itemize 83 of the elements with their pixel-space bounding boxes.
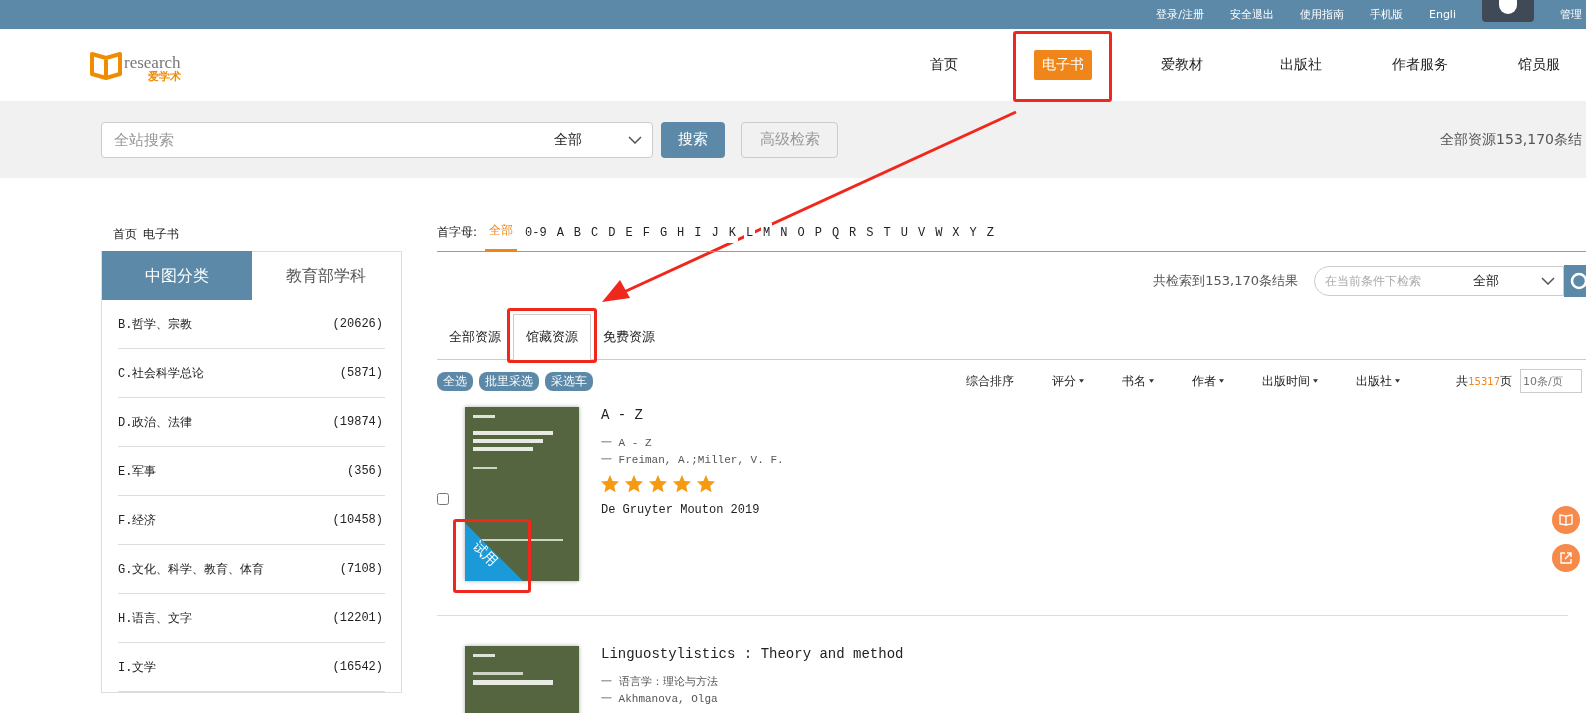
caret-icon [1079,379,1085,383]
action-button[interactable]: 批里采选 [479,371,539,391]
sort-link[interactable]: 出版时间 [1262,372,1319,390]
book-authors: 一 Akhmanova, Olga [601,692,719,706]
category-count: (16542) [332,660,383,674]
star-icon [697,475,715,493]
scope-select[interactable]: 全部 [554,130,582,149]
book-title[interactable]: A - Z [601,407,784,423]
category-count: (7108) [339,562,383,576]
category-tab[interactable]: 教育部学科 [251,251,401,300]
star-icon [649,475,667,493]
category-count: (12201) [332,611,383,625]
star-icon [673,475,691,493]
resource-tab[interactable]: 馆藏资源 [513,314,591,360]
category-link[interactable]: I.文学 [118,658,157,676]
category-tab[interactable]: 中图分类 [102,251,252,300]
letter-filter-label: 首字母: [437,224,478,241]
star-icon [601,475,619,493]
top-link[interactable]: 管理 [1560,7,1582,22]
corner-ribbon [465,523,523,581]
category-count: (10458) [332,513,383,527]
scope-select[interactable]: 全部 [1473,272,1499,290]
search-button[interactable] [1564,265,1586,297]
category-link[interactable]: E.军事 [118,462,157,480]
sort-link[interactable]: 综合排序 [966,372,1015,390]
nav-item[interactable]: 爱教材 [1152,50,1211,80]
book-icon [1559,513,1573,527]
book-title[interactable]: Linguostylistics : Theory and method [601,646,904,662]
category-link[interactable]: C.社会科学总论 [118,364,205,382]
nav-item[interactable]: 首页 [921,50,966,80]
action-button[interactable]: 采选车 [545,371,593,391]
external-link-icon [1559,551,1573,565]
book-subtitle: 一 语言学：理论与方法 [601,675,719,689]
resource-tab[interactable]: 全部资源 [437,315,513,359]
checkbox[interactable] [437,493,449,505]
read-button[interactable] [1552,506,1580,534]
chevron-down-icon [628,135,642,144]
caret-icon [1313,379,1319,383]
top-link[interactable]: 安全退出 [1229,7,1274,22]
top-link[interactable]: Engli [1428,8,1456,21]
nav-item[interactable]: 馆员服 [1509,50,1568,80]
chevron-down-icon [1541,277,1555,285]
search-icon [1570,272,1586,290]
trial-label: 试用 [469,537,502,571]
category-link[interactable]: F.经济 [118,511,157,529]
top-link[interactable]: 登录/注册 [1156,7,1204,22]
category-count: (356) [347,464,383,478]
top-link[interactable]: 手机版 [1369,7,1403,22]
action-button[interactable]: 全选 [437,371,473,391]
caret-icon [1395,379,1401,383]
sort-link[interactable]: 书名 [1122,372,1155,390]
breadcrumb-link[interactable]: 首页 [113,226,137,251]
logo-subtitle: 爱学术 [147,71,181,82]
result-count: 共检索到153,170条结果 [1153,272,1298,290]
logo-text: research [124,54,181,71]
resource-tab[interactable]: 免费资源 [591,315,667,359]
result-summary: 全部资源153,170条结 [1440,130,1582,149]
profile-tab[interactable] [1482,0,1534,22]
category-count: (20626) [332,317,383,331]
star-icon [625,475,643,493]
book-subtitle: 一 A - Z [601,436,653,450]
category-count: (5871) [339,366,383,380]
category-count: (19874) [332,415,383,429]
book-publisher: De Gruyter Mouton 2019 [601,503,761,517]
sort-link[interactable]: 出版社 [1356,372,1401,390]
caret-icon [1149,379,1155,383]
top-link[interactable]: 使用指南 [1299,7,1344,22]
search-field[interactable]: 全站搜索 全部 [101,121,653,158]
nav-item[interactable]: 作者服务 [1383,50,1456,80]
book-authors: 一 Freiman, A.;Miller, V. F. [601,453,784,467]
search-button[interactable]: 搜索 [661,121,725,158]
sort-link[interactable]: 作者 [1192,372,1225,390]
share-button[interactable] [1552,544,1580,572]
page-size-field[interactable]: 10条/页 [1520,369,1582,393]
sort-link[interactable]: 评分 [1052,372,1085,390]
caret-icon [1219,379,1225,383]
breadcrumb-link[interactable]: 电子书 [143,226,179,251]
category-link[interactable]: D.政治、法律 [118,413,193,431]
nav-item[interactable]: 出版社 [1271,50,1330,80]
category-link[interactable]: G.文化、科学、教育、体育 [118,560,265,578]
category-link[interactable]: H.语言、文字 [118,609,193,627]
page-count: 共15317页 [1456,372,1512,390]
category-link[interactable]: B.哲学、宗教 [118,315,193,333]
